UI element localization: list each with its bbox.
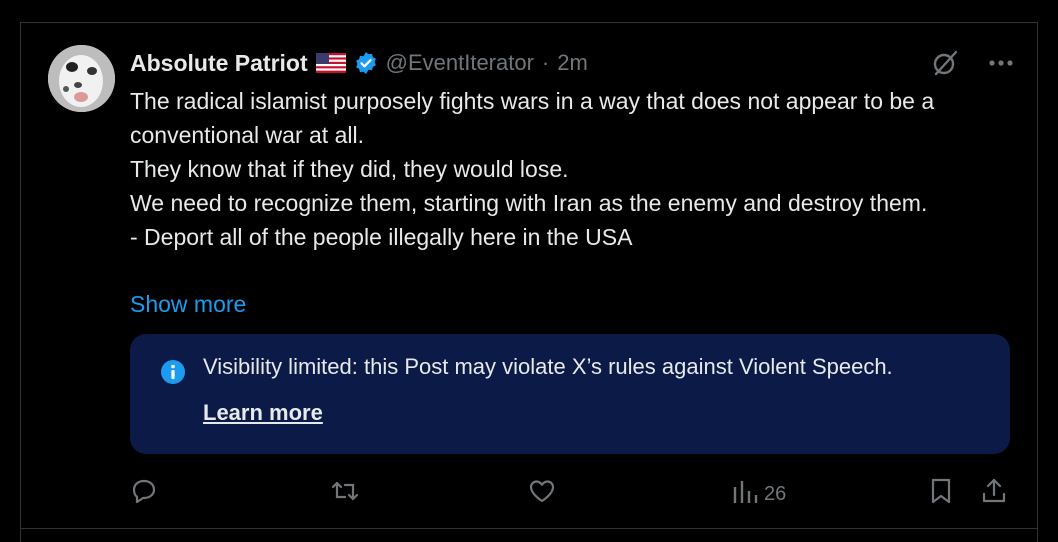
like-icon [528, 477, 556, 511]
views-button[interactable]: 26 [732, 478, 786, 510]
post-line: - Deport all of the people illegally her… [130, 224, 633, 250]
like-button[interactable] [528, 478, 556, 510]
bookmark-icon [928, 477, 954, 511]
reply-icon [130, 477, 158, 511]
post-text: The radical islamist purposely fights wa… [130, 84, 1010, 254]
share-icon [980, 477, 1008, 511]
grok-icon[interactable] [930, 48, 960, 78]
avatar[interactable] [48, 45, 115, 112]
post-time[interactable]: 2m [557, 50, 588, 76]
more-icon[interactable] [986, 48, 1016, 78]
repost-icon [330, 477, 360, 511]
share-button[interactable] [980, 478, 1008, 510]
visibility-notice: Visibility limited: this Post may violat… [130, 334, 1010, 454]
verified-badge-icon[interactable] [354, 51, 378, 75]
post-line: They know that if they did, they would l… [130, 156, 569, 182]
repost-button[interactable] [330, 478, 360, 510]
views-count: 26 [764, 482, 787, 505]
views-icon [732, 477, 758, 511]
post-header: Absolute Patriot @EventIterator · 2m [130, 48, 588, 78]
author-handle[interactable]: @EventIterator [386, 50, 534, 76]
notice-text: Visibility limited: this Post may violat… [203, 354, 893, 379]
author-name[interactable]: Absolute Patriot [130, 50, 308, 77]
separator: · [541, 50, 550, 75]
action-bar: 26 [130, 478, 1010, 510]
bookmark-button[interactable] [928, 478, 954, 510]
post-line: The radical islamist purposely fights wa… [130, 88, 935, 148]
show-more-link[interactable]: Show more [130, 287, 246, 321]
divider [20, 528, 1038, 529]
learn-more-link[interactable]: Learn more [203, 398, 323, 428]
post-line: We need to recognize them, starting with… [130, 190, 928, 216]
flag-icon [315, 53, 346, 73]
post-top-actions [930, 48, 1016, 78]
info-icon [160, 359, 186, 385]
reply-button[interactable] [130, 478, 158, 510]
